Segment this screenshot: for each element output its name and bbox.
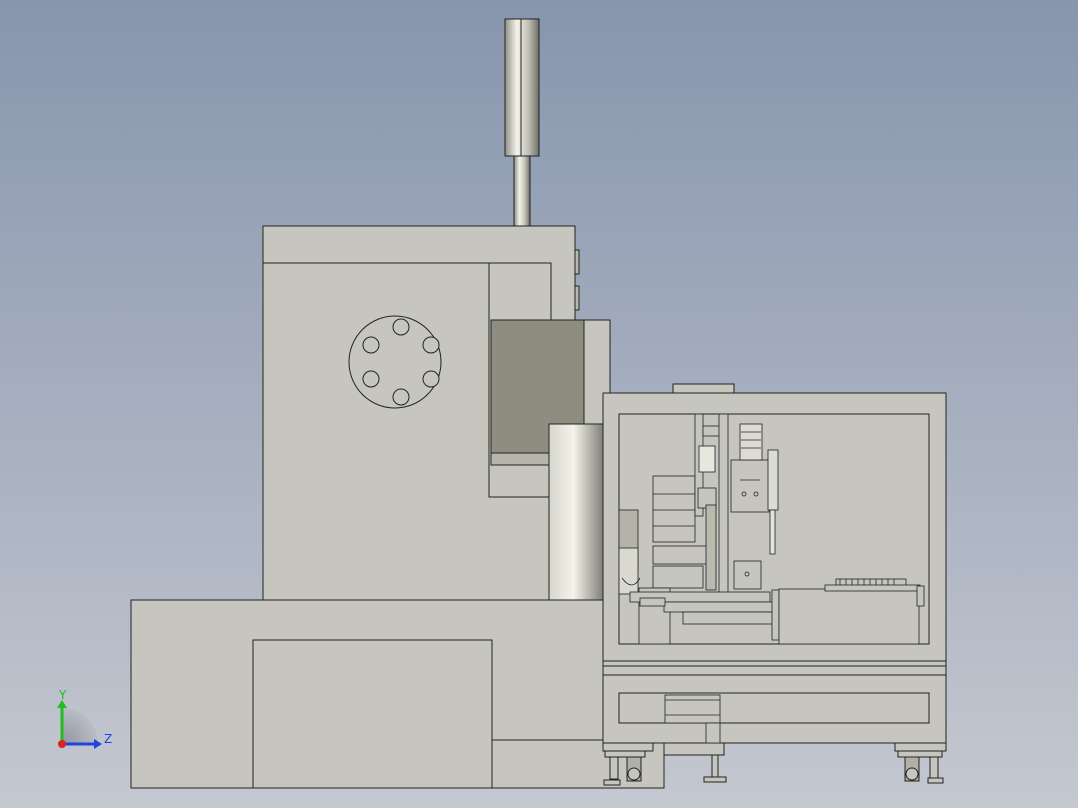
cad-graphics-viewport[interactable]: Y Z — [0, 0, 1078, 808]
leveling-foot-center — [703, 754, 727, 783]
column-rod — [513, 155, 531, 227]
column-upper — [504, 18, 540, 157]
x-axis-dot — [58, 740, 66, 748]
assembly-model[interactable] — [0, 0, 1078, 808]
main-cylinder — [548, 423, 605, 601]
caster-right — [897, 750, 944, 784]
rotary-flange — [348, 315, 442, 409]
z-axis-arrow — [94, 739, 102, 749]
y-axis-label: Y — [58, 690, 67, 702]
base-door-panel — [252, 639, 493, 789]
z-axis-label: Z — [104, 732, 112, 746]
reference-triad: Y Z — [57, 690, 112, 749]
triad-arc — [62, 708, 98, 744]
